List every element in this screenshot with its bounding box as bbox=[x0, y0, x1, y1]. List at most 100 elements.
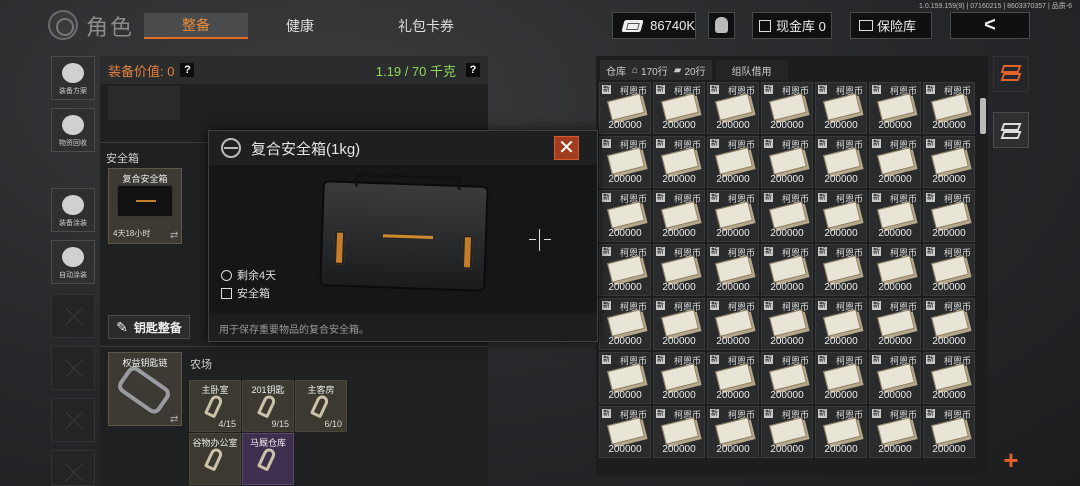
storage-tab-warehouse[interactable]: 仓库 ⌂ 170行 ▰ 20行 bbox=[600, 60, 712, 80]
storage-item[interactable]: 新柯恩币 200000 bbox=[923, 136, 975, 188]
swap-icon[interactable]: ⇄ bbox=[170, 230, 178, 241]
storage-item[interactable]: 新柯恩币 200000 bbox=[653, 82, 705, 134]
storage-item[interactable]: 新柯恩币 200000 bbox=[707, 352, 759, 404]
new-badge: 新 bbox=[602, 193, 611, 202]
auto-paint-button[interactable]: 自动涂装 bbox=[51, 240, 95, 284]
storage-item[interactable]: 新柯恩币 200000 bbox=[815, 82, 867, 134]
avatar-button[interactable] bbox=[708, 12, 735, 39]
storage-item[interactable]: 新柯恩币 200000 bbox=[815, 244, 867, 296]
cash-vault-button[interactable]: 现金库 0 bbox=[752, 12, 832, 39]
banknote-icon bbox=[607, 309, 645, 337]
storage-item[interactable]: 新柯恩币 200000 bbox=[869, 298, 921, 350]
storage-item[interactable]: 新柯恩币 200000 bbox=[707, 82, 759, 134]
key-item[interactable]: 谷物办公室 bbox=[189, 433, 241, 485]
key-item[interactable]: 主客房 6/10 bbox=[295, 380, 347, 432]
storage-item[interactable]: 新柯恩币 200000 bbox=[653, 298, 705, 350]
storage-item[interactable]: 新柯恩币 200000 bbox=[707, 406, 759, 458]
storage-item[interactable]: 新柯恩币 200000 bbox=[761, 136, 813, 188]
key-loadout-button[interactable]: ✎ 钥匙整备 bbox=[108, 315, 190, 339]
storage-item[interactable]: 新柯恩币 200000 bbox=[707, 244, 759, 296]
home-icon: ⌂ bbox=[632, 64, 639, 76]
key-item[interactable]: 201钥匙 9/15 bbox=[242, 380, 294, 432]
key-name: 201钥匙 bbox=[251, 385, 285, 395]
storage-item[interactable]: 新柯恩币 200000 bbox=[653, 406, 705, 458]
banknote-icon bbox=[823, 201, 861, 229]
loadout-plan-button[interactable]: 装备方案 bbox=[51, 56, 95, 100]
storage-item[interactable]: 新柯恩币 200000 bbox=[761, 190, 813, 242]
storage-item[interactable]: 新柯恩币 200000 bbox=[761, 244, 813, 296]
balance-display[interactable]: 86740K bbox=[612, 12, 696, 39]
storage-tab-team-borrow[interactable]: 组队借用 bbox=[715, 60, 788, 80]
key-item[interactable]: 主卧室 4/15 bbox=[189, 380, 241, 432]
sort-button[interactable] bbox=[993, 56, 1029, 92]
empty-equipment-slot[interactable] bbox=[108, 86, 180, 120]
tab-equip[interactable]: 整备 bbox=[144, 13, 248, 39]
tab-gift-cards[interactable]: 礼包卡券 bbox=[352, 13, 500, 39]
storage-item[interactable]: 新柯恩币 200000 bbox=[815, 190, 867, 242]
new-badge: 新 bbox=[872, 139, 881, 148]
storage-item[interactable]: 新柯恩币 200000 bbox=[815, 298, 867, 350]
storage-item[interactable]: 新柯恩币 200000 bbox=[923, 190, 975, 242]
storage-item[interactable]: 新柯恩币 200000 bbox=[923, 406, 975, 458]
storage-item[interactable]: 新柯恩币 200000 bbox=[869, 352, 921, 404]
storage-item[interactable]: 新柯恩币 200000 bbox=[761, 352, 813, 404]
stack-button[interactable] bbox=[993, 112, 1029, 148]
storage-item[interactable]: 新柯恩币 200000 bbox=[599, 352, 651, 404]
banknote-icon bbox=[715, 255, 753, 283]
storage-item[interactable]: 新柯恩币 200000 bbox=[923, 82, 975, 134]
storage-item[interactable]: 新柯恩币 200000 bbox=[599, 190, 651, 242]
storage-item[interactable]: 新柯恩币 200000 bbox=[653, 190, 705, 242]
storage-item[interactable]: 新柯恩币 200000 bbox=[869, 136, 921, 188]
add-button[interactable]: + bbox=[993, 446, 1029, 476]
storage-item[interactable]: 新柯恩币 200000 bbox=[815, 136, 867, 188]
item-type: 安全箱 bbox=[221, 285, 270, 301]
back-button[interactable]: < bbox=[950, 12, 1030, 39]
storage-item[interactable]: 新柯恩币 200000 bbox=[599, 244, 651, 296]
remaining-time: 剩余4天 bbox=[221, 267, 276, 283]
paint-icon bbox=[62, 195, 84, 215]
item-amount: 200000 bbox=[878, 174, 912, 185]
storage-item[interactable]: 新柯恩币 200000 bbox=[761, 298, 813, 350]
key-icon bbox=[256, 393, 278, 419]
close-button[interactable]: ✕ bbox=[554, 136, 579, 160]
storage-item[interactable]: 新柯恩币 200000 bbox=[815, 406, 867, 458]
storage-item[interactable]: 新柯恩币 200000 bbox=[707, 136, 759, 188]
storage-item[interactable]: 新柯恩币 200000 bbox=[599, 406, 651, 458]
recycle-button[interactable]: 物资回收 bbox=[51, 108, 95, 152]
recycle-label: 物资回收 bbox=[59, 140, 87, 147]
storage-item[interactable]: 新柯恩币 200000 bbox=[923, 298, 975, 350]
swap-icon[interactable]: ⇄ bbox=[170, 414, 178, 425]
new-badge: 新 bbox=[656, 301, 665, 310]
storage-item[interactable]: 新柯恩币 200000 bbox=[653, 136, 705, 188]
back-arrow-icon: < bbox=[984, 14, 996, 36]
storage-item[interactable]: 新柯恩币 200000 bbox=[869, 82, 921, 134]
storage-item[interactable]: 新柯恩币 200000 bbox=[869, 406, 921, 458]
storage-item[interactable]: 新柯恩币 200000 bbox=[707, 298, 759, 350]
storage-item[interactable]: 新柯恩币 200000 bbox=[599, 136, 651, 188]
key-item[interactable]: 马厩仓库 bbox=[242, 433, 294, 485]
storage-item[interactable]: 新柯恩币 200000 bbox=[923, 352, 975, 404]
storage-item[interactable]: 新柯恩币 200000 bbox=[599, 298, 651, 350]
storage-item[interactable]: 新柯恩币 200000 bbox=[599, 82, 651, 134]
banknote-icon bbox=[931, 363, 969, 391]
storage-item[interactable]: 新柯恩币 200000 bbox=[923, 244, 975, 296]
new-badge: 新 bbox=[710, 193, 719, 202]
storage-item[interactable]: 新柯恩币 200000 bbox=[653, 244, 705, 296]
storage-item[interactable]: 新柯恩币 200000 bbox=[815, 352, 867, 404]
storage-item[interactable]: 新柯恩币 200000 bbox=[761, 406, 813, 458]
insurance-vault-button[interactable]: 保险库 bbox=[850, 12, 932, 39]
storage-item[interactable]: 新柯恩币 200000 bbox=[707, 190, 759, 242]
weight-help-icon[interactable]: ? bbox=[466, 63, 480, 77]
item-amount: 200000 bbox=[932, 282, 966, 293]
storage-item[interactable]: 新柯恩币 200000 bbox=[761, 82, 813, 134]
banknote-icon bbox=[931, 201, 969, 229]
storage-item[interactable]: 新柯恩币 200000 bbox=[869, 190, 921, 242]
crosshair-icon bbox=[529, 229, 551, 251]
storage-item[interactable]: 新柯恩币 200000 bbox=[653, 352, 705, 404]
paint-button[interactable]: 装备涂装 bbox=[51, 188, 95, 232]
storage-scrollbar[interactable] bbox=[980, 98, 986, 134]
storage-item[interactable]: 新柯恩币 200000 bbox=[869, 244, 921, 296]
banknote-icon bbox=[823, 309, 861, 337]
tab-health[interactable]: 健康 bbox=[248, 13, 352, 39]
value-help-icon[interactable]: ? bbox=[180, 63, 195, 77]
